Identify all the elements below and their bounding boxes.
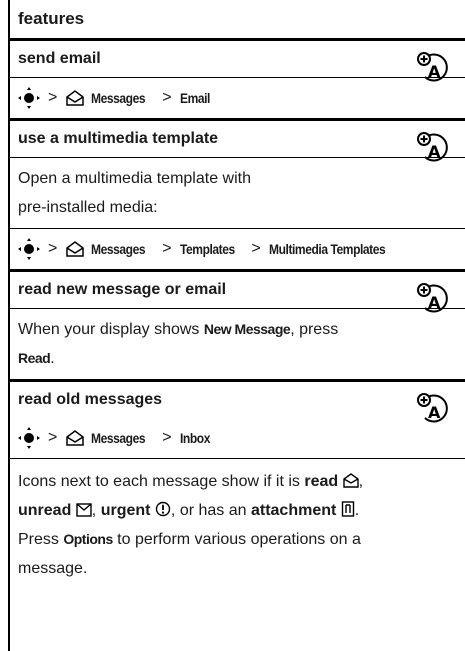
nav-path: > Messages > Email [10, 78, 465, 118]
menu-messages: Messages [91, 430, 146, 446]
kw-unread: unread [18, 502, 72, 519]
kw-read-status: read [304, 473, 339, 490]
open-envelope-icon [342, 473, 359, 488]
urgent-icon [155, 501, 171, 517]
nav-key-icon [18, 87, 40, 109]
network-feature-icon: A [417, 283, 448, 313]
attachment-icon [341, 501, 354, 517]
svg-text:A: A [428, 62, 441, 81]
menu-templates: Templates [179, 241, 235, 257]
menu-multimedia-templates: Multimedia Templates [268, 241, 386, 257]
envelope-icon [66, 430, 85, 446]
nav-key-icon [18, 427, 40, 449]
kw-read: Read [18, 350, 51, 366]
svg-text:A: A [428, 142, 441, 161]
section-title: send email [10, 41, 465, 78]
section-read-new: read new message or email A When your di… [10, 272, 465, 382]
svg-text:A: A [428, 293, 441, 312]
menu-inbox: Inbox [179, 430, 210, 446]
nav-path: > Messages > Inbox [10, 418, 465, 459]
envelope-icon [66, 241, 85, 257]
menu-messages: Messages [91, 90, 146, 106]
section-template: use a multimedia template A Open a multi… [10, 121, 465, 272]
kw-options: Options [63, 531, 113, 547]
features-table: features send email A > Messages > Email… [8, 0, 465, 651]
svg-text:A: A [428, 403, 441, 422]
menu-email: Email [179, 90, 210, 106]
nav-path: > Messages > Templates > Multimedia Temp… [10, 229, 465, 269]
template-text: Open a multimedia template with pre-inst… [10, 158, 465, 229]
section-send-email: send email A > Messages > Email [10, 41, 465, 121]
menu-messages: Messages [91, 241, 146, 257]
network-feature-icon: A [417, 393, 448, 423]
nav-key-icon [18, 238, 40, 260]
network-feature-icon: A [417, 132, 448, 162]
read-new-text: When your display shows New Message, pre… [18, 321, 339, 367]
section-read-old: read old messages A > Messages > Inbox I… [10, 382, 465, 589]
section-title: use a multimedia template [10, 121, 465, 158]
section-title: read new message or email [10, 272, 465, 309]
kw-attachment: attachment [250, 502, 337, 519]
closed-envelope-icon [76, 503, 92, 517]
network-feature-icon: A [417, 52, 448, 82]
table-header: features [10, 0, 465, 41]
kw-urgent: urgent [100, 502, 151, 519]
read-old-text: Icons next to each message show if it is… [18, 473, 364, 577]
section-title: read old messages [18, 391, 163, 408]
envelope-icon [66, 90, 85, 106]
kw-new-message: New Message [203, 321, 291, 337]
